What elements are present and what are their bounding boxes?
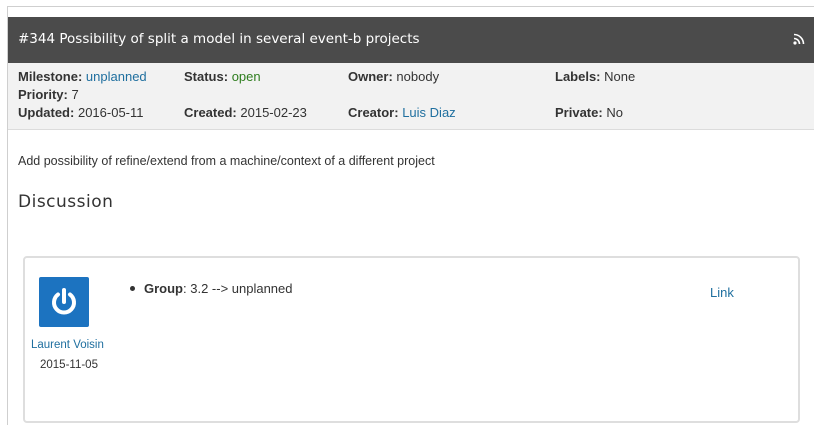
labels-label: Labels: [555,69,601,84]
labels-field: Labels: None [555,69,635,84]
milestone-label: Milestone: [18,69,83,84]
creator-label: Creator: [348,105,399,120]
owner-field: Owner: nobody [348,69,439,84]
ticket-metadata: Milestone: unplanned Status: open Owner:… [8,63,814,130]
owner-value: nobody [396,69,440,84]
avatar[interactable] [39,277,89,327]
updated-field: Updated: 2016-05-11 [18,105,144,120]
rss-icon[interactable] [793,33,805,45]
ticket-description: Add possibility of refine/extend from a … [18,154,435,168]
change-value: : 3.2 --> unplanned [183,281,293,296]
priority-field: Priority: 7 [18,87,79,102]
ticket-title: #344 Possibility of split a model in sev… [18,31,420,47]
ticket-title-bar: #344 Possibility of split a model in sev… [8,17,814,63]
comment-author-link[interactable]: Laurent Voisin [31,339,104,351]
comment-permalink[interactable]: Link [710,285,734,300]
updated-value: 2016-05-11 [77,105,144,120]
labels-value: None [604,69,636,84]
comment-card: Laurent Voisin 2015-11-05 Group: 3.2 -->… [23,256,800,423]
private-value: No [606,105,623,120]
priority-value: 7 [71,87,79,102]
owner-label: Owner: [348,69,393,84]
milestone-link[interactable]: unplanned [86,69,147,84]
change-list: Group: 3.2 --> unplanned [130,281,293,296]
status-label: Status: [184,69,229,84]
comment-date: 2015-11-05 [40,359,98,371]
change-field: Group [144,281,183,296]
private-field: Private: No [555,105,623,120]
created-value: 2015-02-23 [240,105,307,120]
created-label: Created: [184,105,237,120]
milestone-field: Milestone: unplanned [18,69,147,84]
list-bullet [130,286,135,292]
ticket-panel: #344 Possibility of split a model in sev… [7,6,814,425]
status-value: open [231,69,261,84]
priority-label: Priority: [18,87,68,102]
discussion-heading: Discussion [18,192,114,212]
creator-link[interactable]: Luis Diaz [402,105,455,120]
power-icon [52,288,76,315]
created-field: Created: 2015-02-23 [184,105,307,120]
status-field: Status: open [184,69,261,84]
private-label: Private: [555,105,603,120]
creator-field: Creator: Luis Diaz [348,105,456,120]
updated-label: Updated: [18,105,75,120]
